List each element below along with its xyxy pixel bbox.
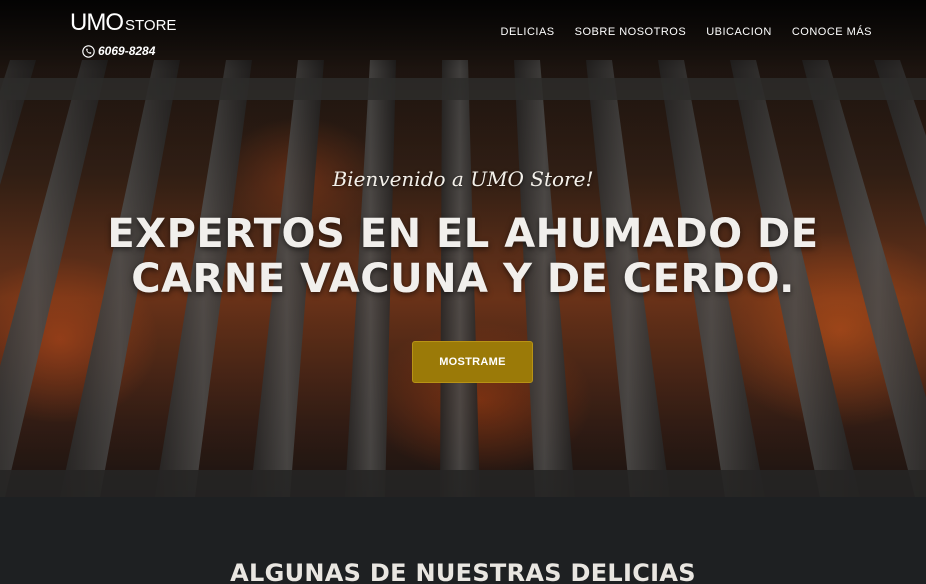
hero-headline: EXPERTOS EN EL AHUMADO DE CARNE VACUNA Y… [0,212,926,302]
nav-ubicacion[interactable]: UBICACION [706,26,772,38]
main-nav: DELICIAS SOBRE NOSOTROS UBICACION CONOCE… [501,26,872,38]
store-logo[interactable]: UMO STORE [70,9,176,37]
nav-conoce-mas[interactable]: CONOCE MÁS [792,26,872,38]
mostrame-button[interactable]: MOSTRAME [412,341,533,383]
nav-sobre-nosotros[interactable]: SOBRE NOSOTROS [575,26,687,38]
phone-number: 6069-8284 [98,44,156,58]
phone-contact[interactable]: 6069-8284 [82,44,155,58]
section-title-delicias: ALGUNAS DE NUESTRAS DELICIAS [230,559,696,584]
logo-suffix: STORE [125,17,177,34]
hero-welcome-text: Bienvenido a UMO Store! [332,167,594,191]
nav-delicias[interactable]: DELICIAS [501,26,555,38]
logo-name: UMO [70,9,124,36]
headline-line-1: EXPERTOS EN EL AHUMADO DE [107,211,819,257]
phone-icon [82,44,95,58]
headline-line-2: CARNE VACUNA Y DE CERDO. [131,256,795,302]
